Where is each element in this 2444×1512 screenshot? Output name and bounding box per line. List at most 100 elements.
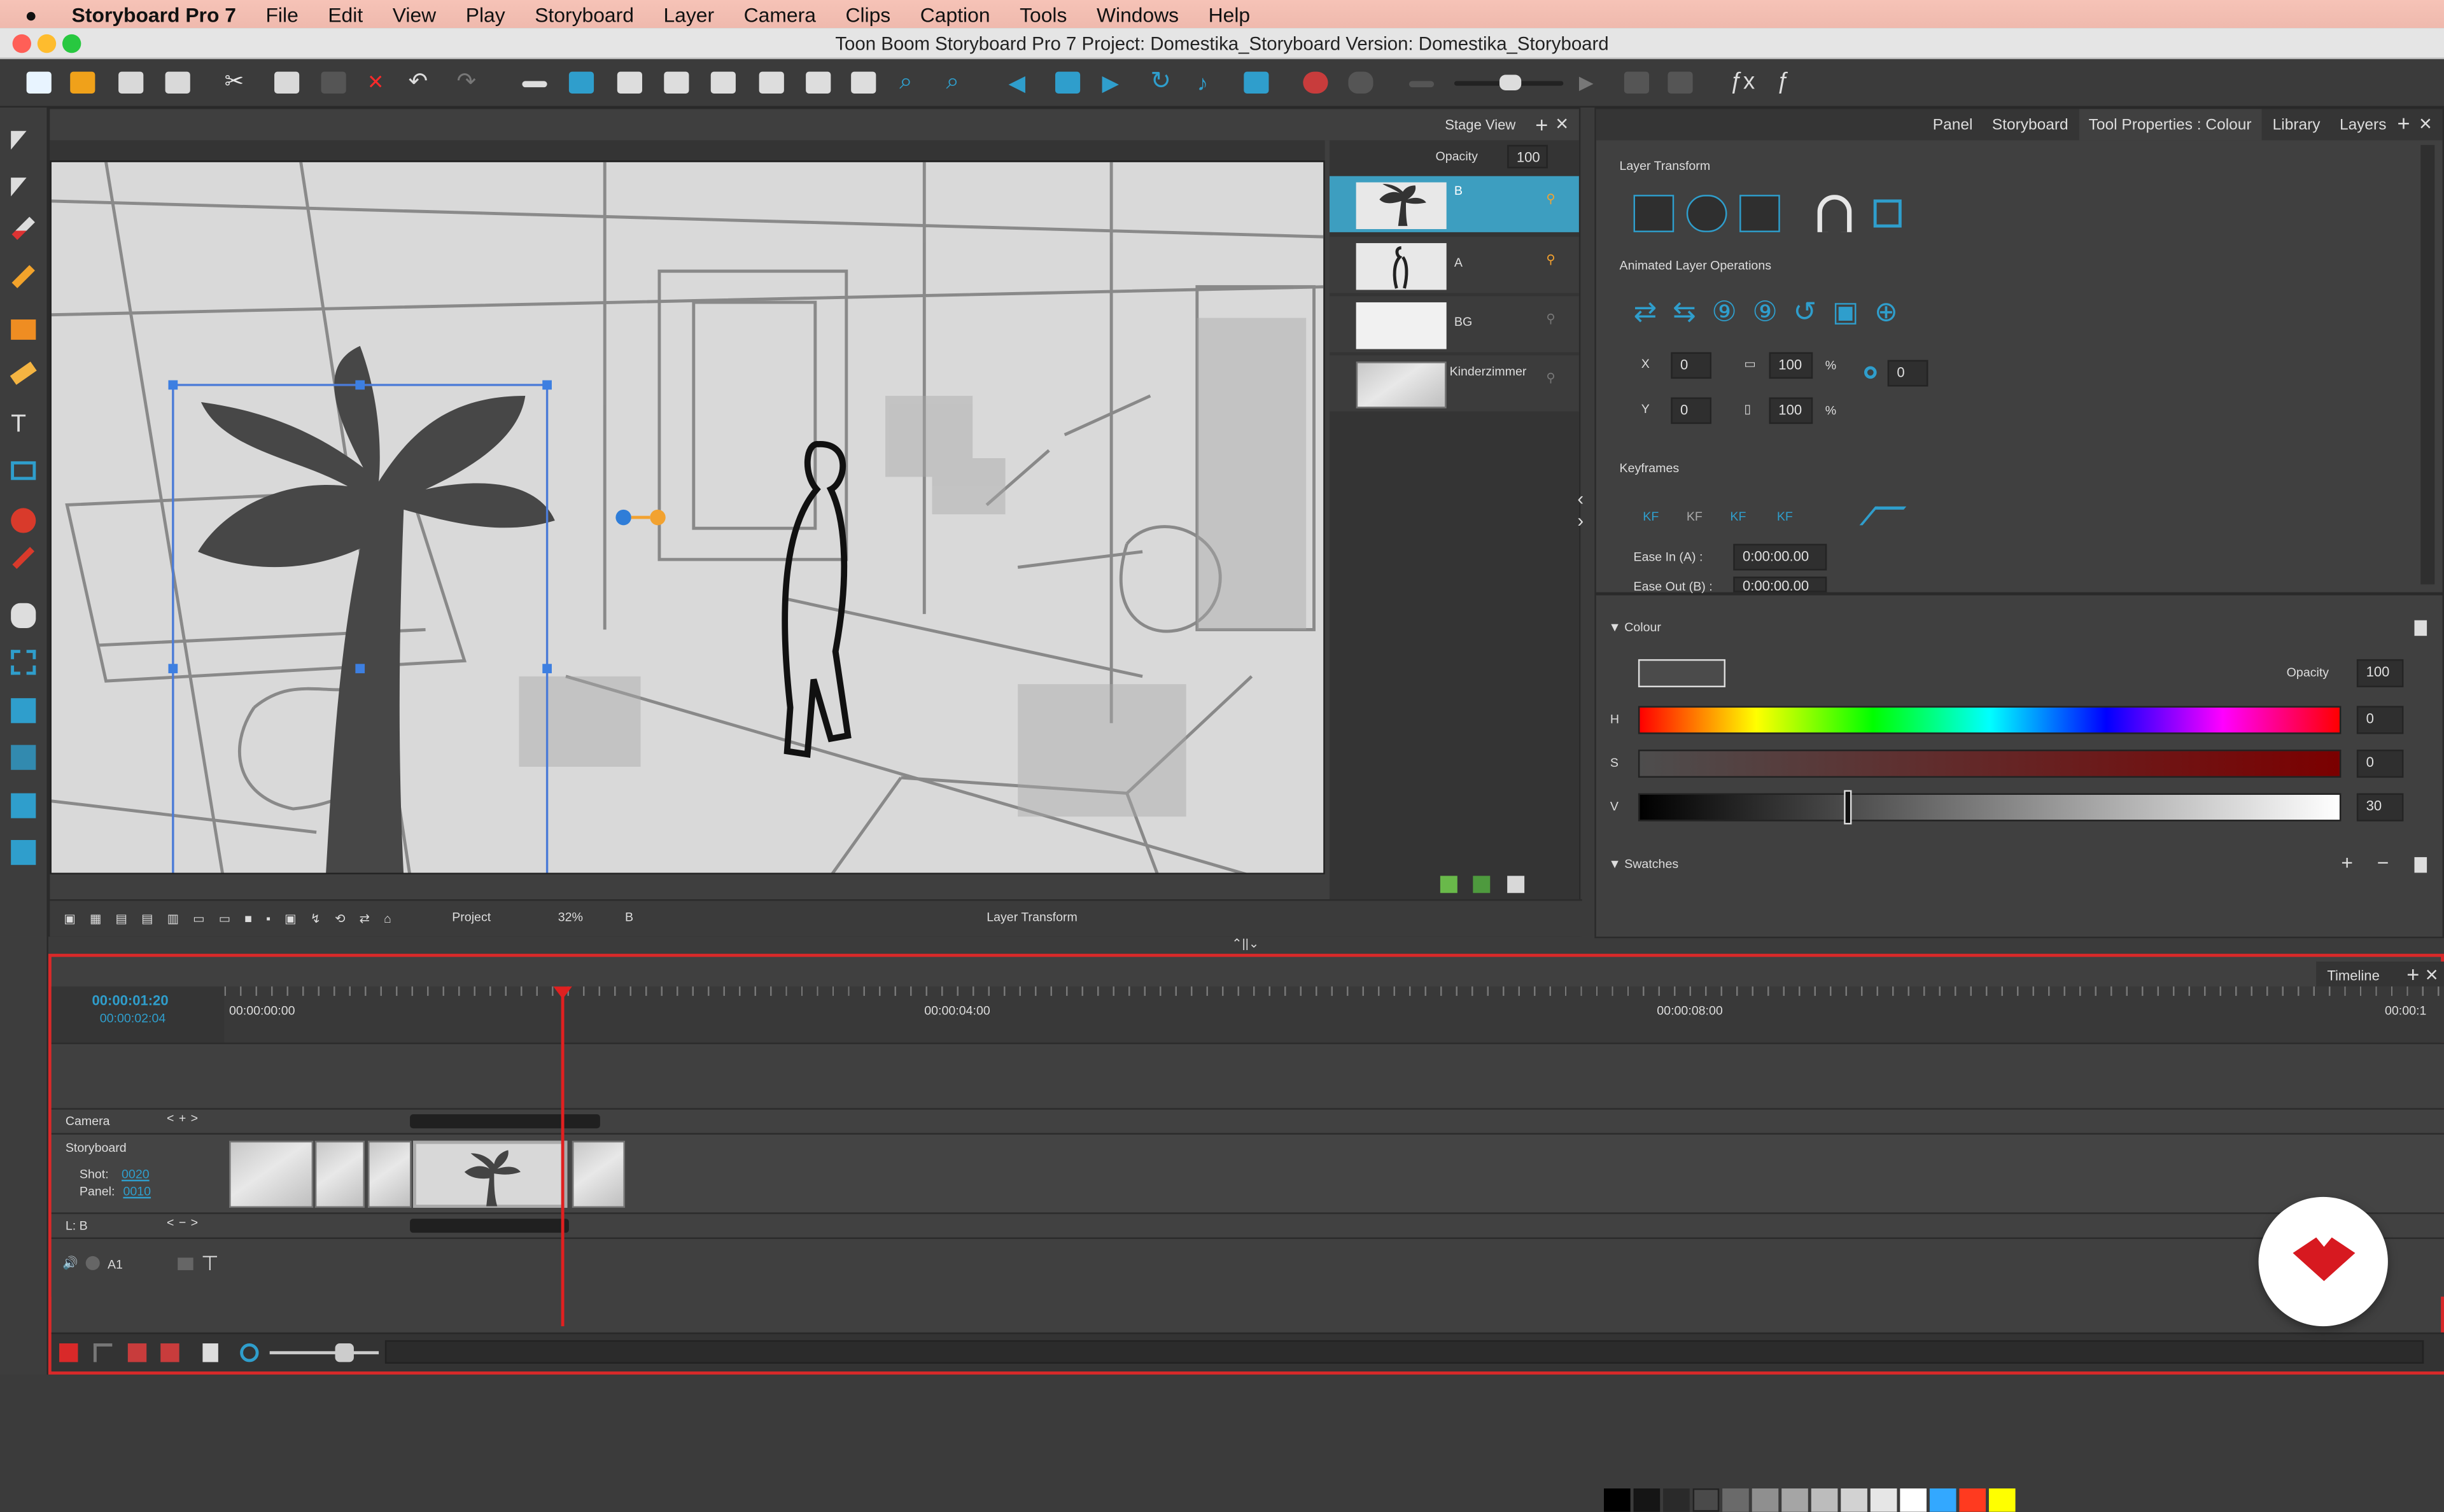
- minimize-window-button[interactable]: [37, 34, 57, 53]
- add-keyframe-button[interactable]: KF: [1643, 510, 1659, 524]
- camera-path-icon[interactable]: [11, 745, 36, 770]
- rows-icon[interactable]: [522, 81, 547, 88]
- properties-scrollbar[interactable]: [2420, 144, 2435, 585]
- translate-button[interactable]: [1633, 195, 1675, 232]
- ease-out-input[interactable]: 0:00:00.00: [1733, 577, 1827, 594]
- library-icon[interactable]: [1668, 71, 1693, 94]
- layer-row-kinderzimmer[interactable]: Kinderzimmer ⚲: [1329, 355, 1579, 412]
- panel-thumbnail[interactable]: [572, 1140, 626, 1208]
- menu-view[interactable]: View: [393, 3, 436, 26]
- zoom-in-icon[interactable]: ⌕: [946, 70, 971, 94]
- menu-file[interactable]: File: [265, 3, 298, 26]
- layer-animation-icon[interactable]: ⚲: [1546, 371, 1555, 385]
- swatch-dark-gray[interactable]: [1633, 1488, 1661, 1512]
- split-icon[interactable]: [710, 71, 736, 94]
- close-icon[interactable]: ×: [1556, 111, 1568, 136]
- playhead-line[interactable]: [561, 990, 565, 1327]
- swatch-gray-5[interactable]: [1781, 1488, 1808, 1512]
- play-icon[interactable]: ▶: [1102, 72, 1127, 94]
- panel-resize-handle[interactable]: ⌃||⌄: [1211, 937, 1280, 952]
- menu-play[interactable]: Play: [466, 3, 505, 26]
- menu-edit[interactable]: Edit: [328, 3, 363, 26]
- previous-icon[interactable]: [1055, 71, 1081, 94]
- swatch-gray-8[interactable]: [1870, 1488, 1897, 1512]
- add-layer-icon[interactable]: [1440, 876, 1457, 893]
- swatch-yellow[interactable]: [1988, 1488, 2016, 1512]
- character-icon[interactable]: [1624, 71, 1650, 94]
- layer-keyframe-bar[interactable]: [410, 1219, 569, 1233]
- close-window-button[interactable]: [12, 34, 31, 53]
- onion-skin-icon[interactable]: [568, 71, 594, 94]
- timeline-scrollbar[interactable]: [384, 1340, 2424, 1364]
- camera-view-icon[interactable]: [851, 71, 876, 94]
- panel-thumbnail[interactable]: [367, 1140, 412, 1208]
- lock-icon[interactable]: [178, 1257, 193, 1270]
- layer-animation-icon[interactable]: ⚲: [1546, 253, 1555, 267]
- add-vector-layer-icon[interactable]: [1473, 876, 1491, 893]
- remove-keyframe-button[interactable]: KF: [1687, 510, 1703, 524]
- eraser-icon[interactable]: [10, 361, 37, 385]
- swatch-gray-4[interactable]: [1752, 1488, 1779, 1512]
- value-slider-handle[interactable]: [1844, 790, 1852, 825]
- timeline-cut-icon[interactable]: [127, 1343, 147, 1362]
- pencil-icon[interactable]: [11, 265, 35, 288]
- grid-icon[interactable]: [617, 71, 642, 94]
- copy-icon[interactable]: [274, 71, 300, 94]
- hue-slider[interactable]: [1638, 706, 2342, 734]
- playhead-marker[interactable]: [553, 986, 572, 999]
- menu-clips[interactable]: Clips: [845, 3, 890, 26]
- zoom-window-button[interactable]: [62, 34, 81, 53]
- add-panel-icon[interactable]: +: [2398, 111, 2410, 136]
- layer-opacity-input[interactable]: 100: [1507, 144, 1548, 169]
- tab-panel[interactable]: Panel: [1933, 117, 1973, 134]
- menu-tools[interactable]: Tools: [1020, 3, 1067, 26]
- duplicate-layer-icon[interactable]: [1506, 876, 1524, 893]
- shot-number[interactable]: 0020: [122, 1167, 150, 1181]
- layer-animation-icon[interactable]: ⚲: [1546, 312, 1555, 326]
- new-icon[interactable]: [26, 71, 52, 94]
- undo-icon[interactable]: ↶: [409, 70, 433, 94]
- menu-windows[interactable]: Windows: [1097, 3, 1179, 26]
- contour-editor-icon[interactable]: [11, 178, 27, 197]
- view-options-icon[interactable]: ▣▦▤▤▥▭▭■▪▣↯⟲⇄⌂: [64, 912, 407, 926]
- timeline-zoom-slider[interactable]: [269, 1351, 379, 1355]
- brush-icon[interactable]: [11, 216, 35, 240]
- paint-icon[interactable]: [11, 508, 36, 533]
- width-input[interactable]: 100: [1769, 352, 1813, 379]
- apple-icon[interactable]: ●: [25, 4, 42, 24]
- speaker-icon[interactable]: 🔊: [62, 1256, 78, 1270]
- next-keyframe-button[interactable]: KF: [1777, 510, 1793, 524]
- colour-header[interactable]: ▼ Colour: [1608, 620, 1661, 634]
- timeline-record-icon[interactable]: [59, 1343, 78, 1362]
- zoom-mode[interactable]: Project: [452, 910, 491, 924]
- transform-icon[interactable]: [11, 650, 36, 675]
- rotate-button[interactable]: [1686, 195, 1727, 232]
- swatch-white[interactable]: [1900, 1488, 1927, 1512]
- scene-tool-icon[interactable]: [11, 793, 36, 818]
- menu-layer[interactable]: Layer: [663, 3, 714, 26]
- value-slider[interactable]: [1638, 793, 2342, 822]
- ease-in-input[interactable]: 0:00:00.00: [1733, 543, 1827, 571]
- delete-icon[interactable]: ×: [368, 69, 393, 95]
- stop-icon[interactable]: [1348, 71, 1373, 94]
- menu-storyboard[interactable]: Storyboard: [535, 3, 634, 26]
- scrub-icon[interactable]: [1244, 71, 1269, 94]
- remove-swatch-button[interactable]: −: [2377, 851, 2389, 874]
- audio-options-icon[interactable]: ⊤: [201, 1252, 219, 1277]
- layer-row-b[interactable]: B ⚲: [1329, 176, 1579, 232]
- swatch-gray-6[interactable]: [1811, 1488, 1838, 1512]
- forward-icon[interactable]: ▶: [1579, 72, 1604, 94]
- selected-panel-thumbnail[interactable]: [412, 1140, 568, 1208]
- stage-view-tab[interactable]: Stage View: [1445, 117, 1515, 132]
- hue-input[interactable]: 0: [2356, 706, 2404, 734]
- select-icon[interactable]: [11, 130, 27, 150]
- add-panel-icon[interactable]: +: [1535, 112, 1548, 137]
- swatch-black[interactable]: [1604, 1488, 1631, 1512]
- timeline-delete-icon[interactable]: [160, 1343, 179, 1362]
- close-icon[interactable]: ×: [2426, 962, 2438, 986]
- swatch-blue[interactable]: [1929, 1488, 1956, 1512]
- paste-icon[interactable]: [321, 71, 346, 94]
- panel-number[interactable]: 0010: [123, 1184, 151, 1198]
- zoom-level[interactable]: 32%: [558, 910, 583, 924]
- loop-icon[interactable]: ↻: [1150, 69, 1175, 94]
